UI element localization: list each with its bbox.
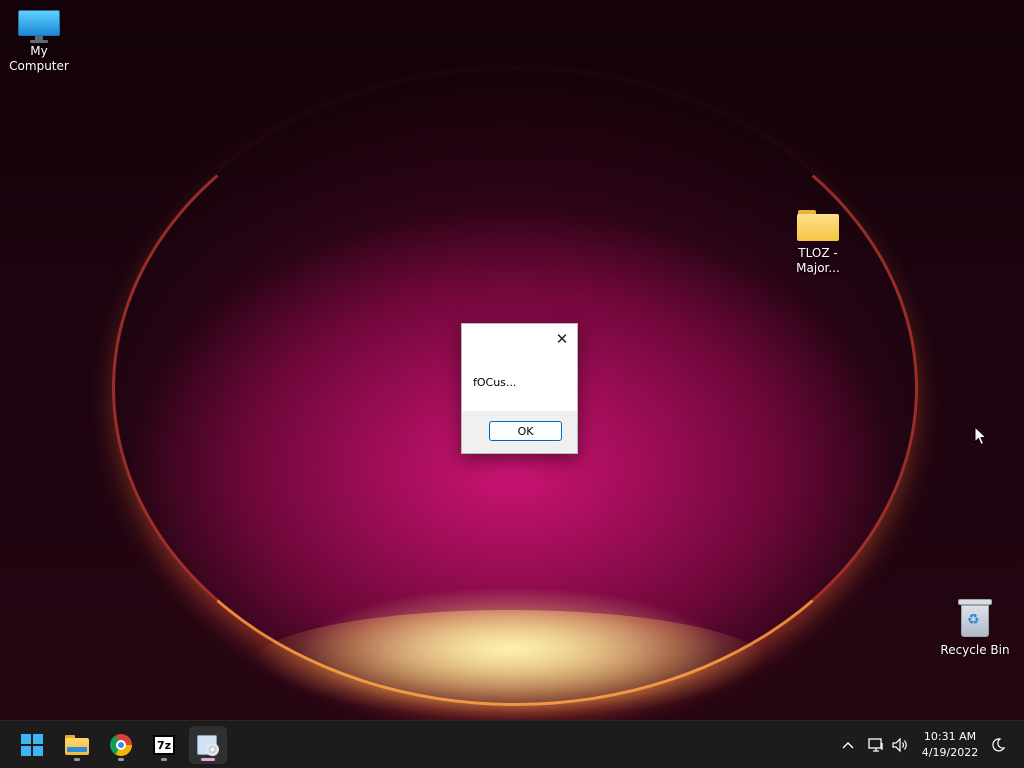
file-explorer-icon xyxy=(65,735,89,755)
running-indicator xyxy=(118,758,124,761)
desktop-icon-my-computer[interactable]: My Computer xyxy=(0,10,78,74)
clock-date: 4/19/2022 xyxy=(921,746,979,759)
taskbar-chrome[interactable] xyxy=(102,726,140,764)
taskbar: 7z 10:31 AM 4/19/2022 xyxy=(0,720,1024,768)
ok-button[interactable]: OK xyxy=(489,421,562,441)
recycle-bin-icon: ♻ xyxy=(957,597,993,639)
show-hidden-icons-chevron-icon[interactable] xyxy=(838,735,858,755)
mouse-cursor-icon xyxy=(974,426,988,446)
computer-icon xyxy=(18,10,60,43)
volume-icon[interactable] xyxy=(890,735,910,755)
start-button[interactable] xyxy=(13,726,51,764)
focus-assist-moon-icon[interactable] xyxy=(988,735,1008,755)
taskbar-file-explorer[interactable] xyxy=(58,726,96,764)
active-indicator xyxy=(201,758,215,761)
folder-icon xyxy=(796,208,840,242)
message-dialog: ✕ fOCus... OK xyxy=(461,323,578,454)
running-indicator xyxy=(161,758,167,761)
system-clock[interactable]: 10:31 AM 4/19/2022 xyxy=(918,729,982,761)
running-indicator xyxy=(74,758,80,761)
close-icon[interactable]: ✕ xyxy=(553,330,571,348)
app-disc-icon xyxy=(196,733,220,757)
taskbar-active-app[interactable] xyxy=(189,726,227,764)
desktop-icon-tloz-folder[interactable]: TLOZ - Major... xyxy=(784,208,852,276)
dialog-footer: OK xyxy=(462,411,577,453)
dialog-message: fOCus... xyxy=(473,376,517,389)
desktop-icon-label: My Computer xyxy=(9,44,69,73)
desktop-icon-label: TLOZ - Major... xyxy=(796,246,840,275)
chrome-icon xyxy=(110,734,132,756)
clock-time: 10:31 AM xyxy=(923,730,977,743)
desktop-icon-label: Recycle Bin xyxy=(940,643,1010,657)
desktop-icon-recycle-bin[interactable]: ♻ Recycle Bin xyxy=(940,597,1010,658)
windows-start-icon xyxy=(21,734,43,756)
network-icon[interactable] xyxy=(866,735,886,755)
7zip-icon: 7z xyxy=(153,735,175,755)
desktop-wallpaper: My Computer TLOZ - Major... ♻ Recycle Bi… xyxy=(0,0,1024,720)
taskbar-7zip[interactable]: 7z xyxy=(145,726,183,764)
